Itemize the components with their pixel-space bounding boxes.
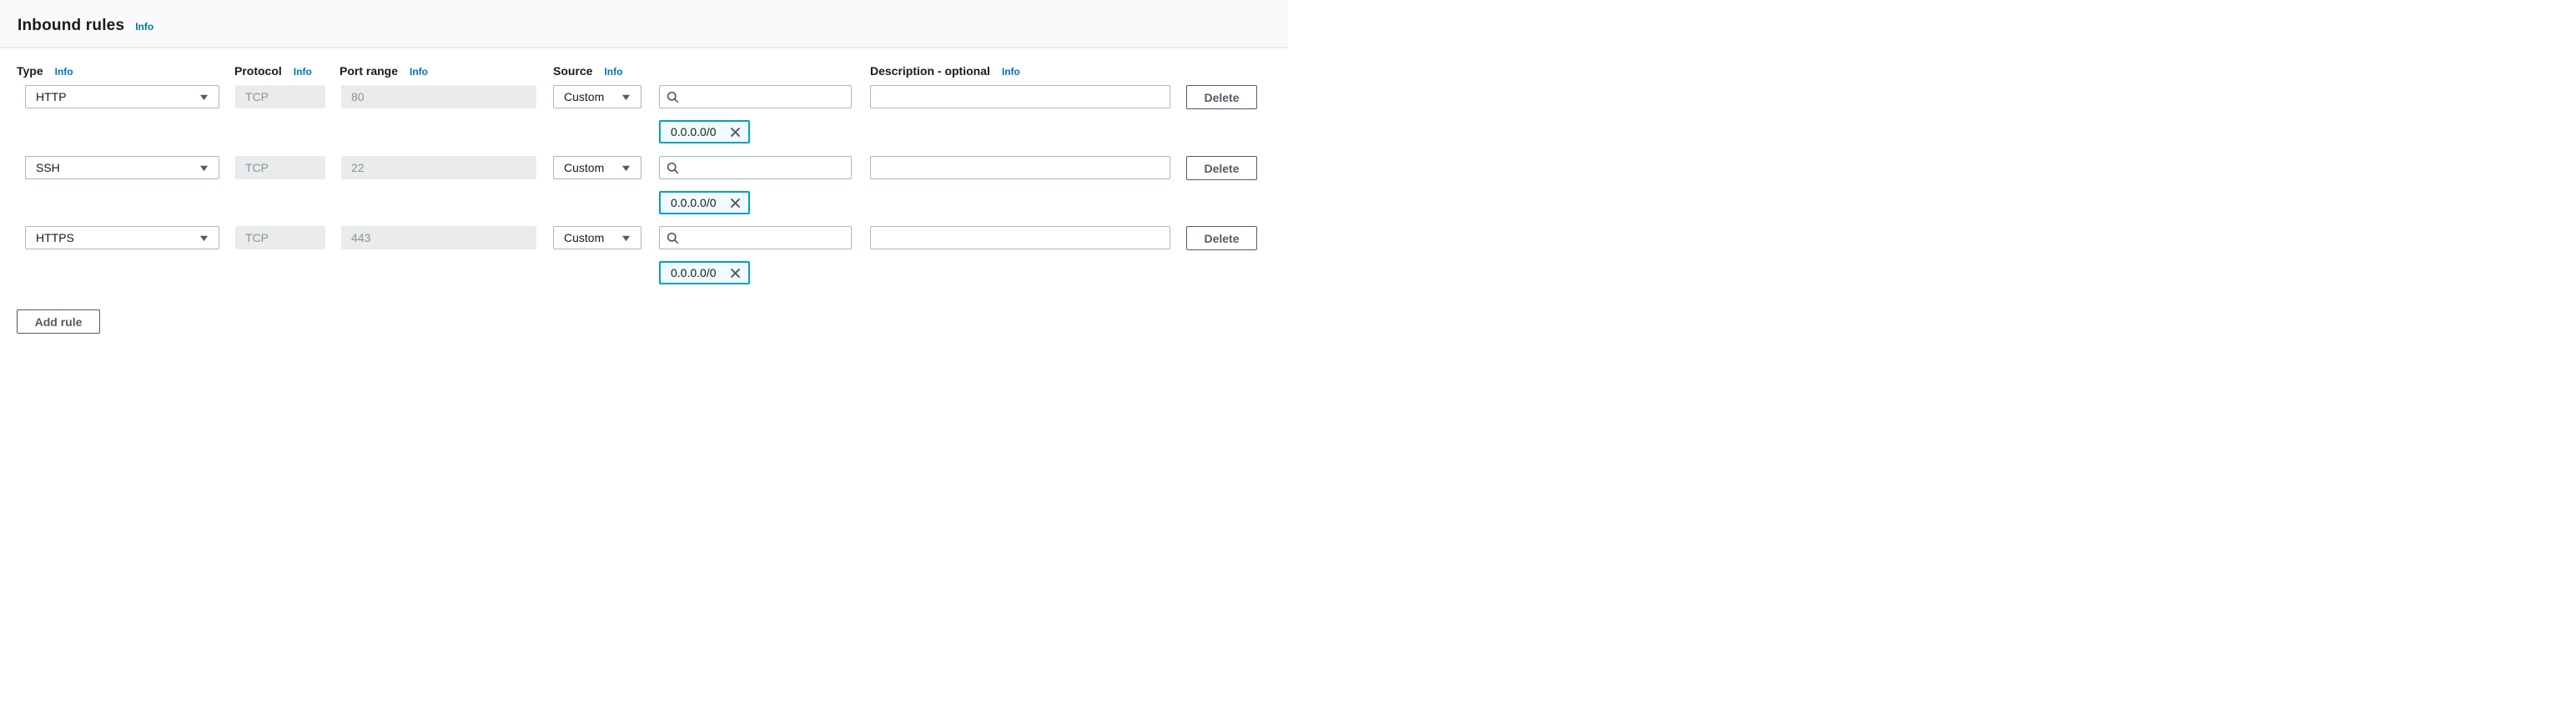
chevron-down-icon — [199, 163, 209, 173]
inbound-rules-info-link[interactable]: Info — [135, 21, 153, 33]
column-label-source: Source Info — [553, 64, 622, 79]
close-icon[interactable] — [730, 268, 741, 279]
type-select-value: SSH — [36, 157, 60, 178]
column-label-description: Description - optional Info — [870, 64, 1020, 79]
close-icon[interactable] — [730, 127, 741, 138]
source-cidr-chip: 0.0.0.0/0 — [659, 191, 750, 214]
column-labels-row: Type Info Protocol Info Port range Info Sou… — [0, 64, 1288, 79]
column-label-protocol: Protocol Info — [234, 64, 312, 79]
source-cidr-chip: 0.0.0.0/0 — [659, 261, 750, 284]
description-label: Description - optional — [870, 64, 990, 78]
rule-row-http: HTTP TCP 80 Custom Delete 0.0.0.0/0 — [0, 85, 1288, 143]
source-search-input[interactable] — [684, 228, 844, 248]
rule-row-https: HTTPS TCP 443 Custom Delete 0.0.0.0/0 — [0, 226, 1288, 284]
chevron-down-icon — [621, 93, 631, 102]
source-search-box[interactable] — [659, 156, 852, 179]
source-select[interactable]: Custom — [553, 85, 641, 108]
protocol-label: Protocol — [234, 64, 282, 78]
port-range-info-link[interactable]: Info — [410, 66, 428, 78]
source-cidr-value: 0.0.0.0/0 — [671, 266, 717, 279]
type-label: Type — [17, 64, 43, 78]
description-info-link[interactable]: Info — [1002, 66, 1020, 78]
protocol-field: TCP — [235, 226, 325, 249]
rule-row-ssh: SSH TCP 22 Custom Delete 0.0.0.0/0 — [0, 156, 1288, 214]
source-search-box[interactable] — [659, 85, 852, 108]
port-range-field: 22 — [341, 156, 536, 179]
source-search-input[interactable] — [684, 87, 844, 107]
source-select-value: Custom — [564, 227, 604, 249]
source-select[interactable]: Custom — [553, 156, 641, 179]
source-cidr-chip: 0.0.0.0/0 — [659, 120, 750, 143]
delete-rule-button[interactable]: Delete — [1186, 85, 1257, 109]
protocol-info-link[interactable]: Info — [294, 66, 312, 78]
source-select[interactable]: Custom — [553, 226, 641, 249]
type-select[interactable]: HTTPS — [25, 226, 219, 249]
column-label-type: Type Info — [17, 64, 73, 79]
description-input[interactable] — [870, 85, 1170, 108]
close-icon[interactable] — [730, 198, 741, 209]
source-cidr-value: 0.0.0.0/0 — [671, 125, 717, 138]
port-range-field: 80 — [341, 85, 536, 108]
chevron-down-icon — [621, 163, 631, 173]
chevron-down-icon — [621, 234, 631, 243]
search-icon — [667, 232, 679, 244]
column-label-port-range: Port range Info — [340, 64, 428, 79]
chevron-down-icon — [199, 234, 209, 243]
type-info-link[interactable]: Info — [55, 66, 73, 78]
delete-rule-button[interactable]: Delete — [1186, 156, 1257, 180]
source-label: Source — [553, 64, 592, 78]
protocol-field: TCP — [235, 156, 325, 179]
description-input[interactable] — [870, 156, 1170, 179]
source-cidr-value: 0.0.0.0/0 — [671, 196, 717, 209]
chevron-down-icon — [199, 93, 209, 102]
type-select[interactable]: SSH — [25, 156, 219, 179]
type-select-value: HTTPS — [36, 227, 74, 249]
delete-rule-button[interactable]: Delete — [1186, 226, 1257, 250]
description-input[interactable] — [870, 226, 1170, 249]
port-range-label: Port range — [340, 64, 398, 78]
source-search-input[interactable] — [684, 158, 844, 178]
source-select-value: Custom — [564, 86, 604, 108]
search-icon — [667, 91, 679, 103]
protocol-field: TCP — [235, 85, 325, 108]
add-rule-button[interactable]: Add rule — [17, 309, 100, 334]
source-info-link[interactable]: Info — [604, 66, 622, 78]
type-select[interactable]: HTTP — [25, 85, 219, 108]
search-icon — [667, 162, 679, 174]
source-search-box[interactable] — [659, 226, 852, 249]
inbound-rules-header: Inbound rules Info — [0, 0, 1288, 48]
type-select-value: HTTP — [36, 86, 67, 108]
page-title: Inbound rules — [18, 17, 124, 35]
source-select-value: Custom — [564, 157, 604, 178]
port-range-field: 443 — [341, 226, 536, 249]
